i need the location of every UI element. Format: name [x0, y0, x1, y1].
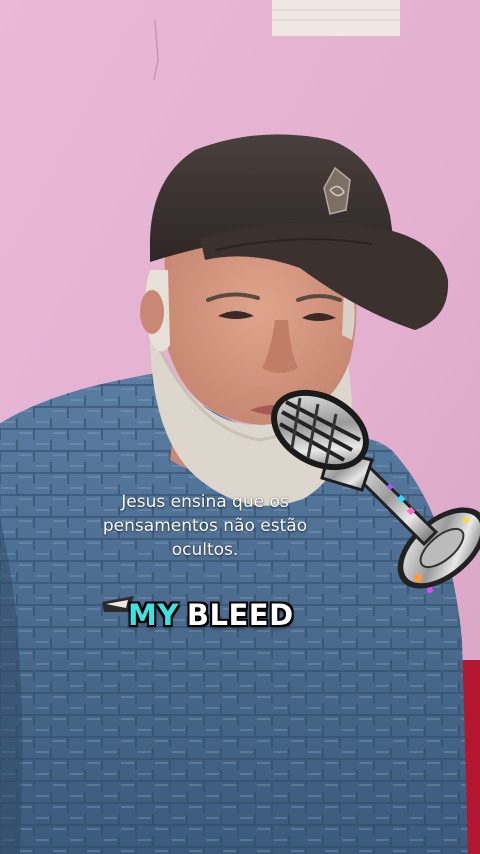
video-frame	[0, 0, 480, 854]
video-caption: Jesus ensina que os pensamentos não estã…	[70, 490, 340, 562]
window-frame	[272, 0, 400, 36]
caption-line: ocultos.	[171, 540, 239, 560]
caption-line: Jesus ensina que os	[121, 492, 289, 512]
caption-line: pensamentos não estão	[102, 516, 308, 536]
lyric-overlay: MY BLEED	[128, 598, 294, 638]
lyric-word: BLEED	[186, 598, 294, 632]
lyric-word-highlighted: MY	[128, 598, 179, 632]
